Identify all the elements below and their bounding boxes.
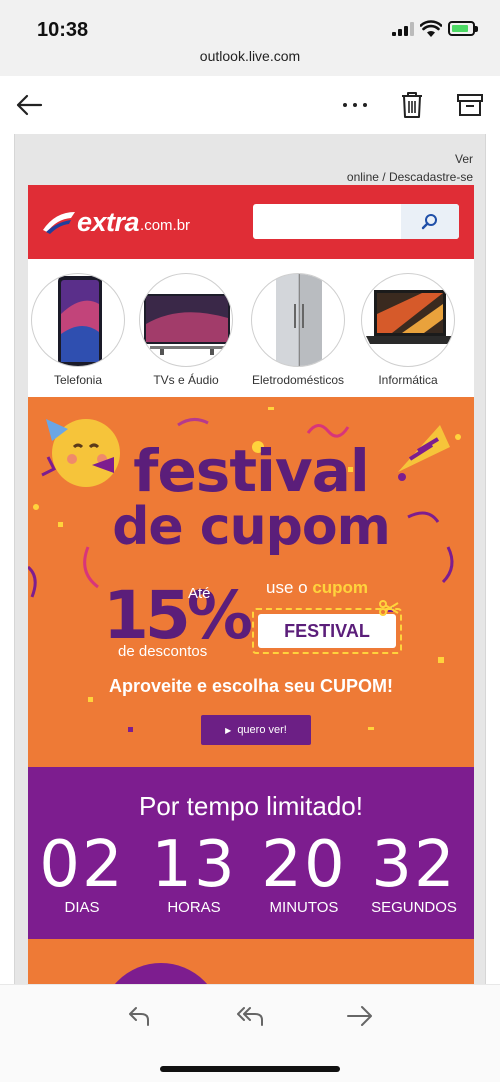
wifi-icon — [420, 20, 442, 37]
promo-title-line1: festival — [133, 437, 370, 505]
more-dots-icon — [343, 103, 367, 107]
category-label: Eletrodomésticos — [251, 373, 345, 387]
timer-value: 13 — [151, 828, 237, 902]
logo-domain: .com.br — [140, 216, 191, 234]
more-button[interactable] — [338, 88, 372, 122]
archive-icon — [457, 94, 483, 116]
promo-title-line2: de cupom — [112, 497, 391, 557]
category-tvs-audio[interactable]: TVs e Áudio — [136, 273, 236, 387]
category-eletrodomesticos[interactable]: Eletrodomésticos — [248, 273, 348, 387]
coupon-code: FESTIVAL — [258, 614, 396, 648]
arrow-left-icon — [16, 94, 43, 116]
forward-icon — [347, 1006, 372, 1026]
search-icon — [421, 213, 437, 229]
mail-toolbar — [0, 76, 500, 134]
status-time: 10:38 — [37, 19, 89, 41]
email-header-links: Ver online / Descadastre-se — [347, 150, 473, 186]
category-informatica[interactable]: Informática — [358, 273, 458, 387]
category-label: TVs e Áudio — [153, 373, 219, 387]
url-label[interactable]: outlook.live.com — [0, 48, 500, 64]
tv-image — [139, 273, 233, 367]
timer-label: SEGUNDOS — [371, 899, 457, 916]
logo-word: extra — [77, 206, 140, 237]
discount-label: de descontos — [118, 643, 208, 660]
reply-button[interactable] — [122, 999, 156, 1033]
phone-image — [31, 273, 125, 367]
store-search-input[interactable] — [253, 204, 459, 239]
descadastre-link[interactable]: online / Descadastre-se — [347, 170, 473, 184]
extra-logo[interactable]: extra .com.br — [41, 207, 190, 237]
fridge-image — [251, 273, 345, 367]
next-banner[interactable] — [28, 939, 474, 984]
use-cupom: cupom — [312, 578, 369, 597]
timer-minutes: 20 MINUTOS — [254, 829, 354, 916]
archive-button[interactable] — [453, 88, 487, 122]
laptop-image — [361, 273, 455, 367]
reply-icon — [129, 1007, 149, 1026]
category-label: Informática — [378, 373, 438, 387]
category-label: Telefonia — [53, 373, 103, 387]
ver-online-link[interactable]: Ver — [455, 152, 473, 166]
home-indicator[interactable] — [160, 1066, 340, 1072]
bottom-action-bar — [0, 984, 500, 1082]
use-prefix: use o — [266, 578, 308, 597]
timer-title: Por tempo limitado! — [139, 791, 363, 821]
quero-ver-button[interactable]: ▶ quero ver! — [201, 715, 311, 745]
status-bar: 10:38 outlook.live.com — [0, 0, 500, 76]
play-icon: ▶ — [225, 725, 232, 735]
ate-label: Até — [188, 585, 211, 602]
cellular-signal-icon — [392, 22, 414, 36]
store-search-button[interactable] — [401, 204, 459, 239]
promo-banner[interactable]: festival de cupom 15% Até de descontos u… — [28, 397, 474, 767]
scissors-icon — [379, 600, 399, 616]
trash-icon — [402, 92, 422, 118]
reply-all-button[interactable] — [233, 999, 267, 1033]
back-button[interactable] — [12, 88, 46, 122]
timer-value: 02 — [39, 828, 125, 902]
forward-button[interactable] — [343, 999, 377, 1033]
timer-value: 32 — [371, 828, 457, 902]
store-header: extra .com.br — [28, 185, 474, 259]
battery-icon — [448, 21, 478, 36]
timer-value: 20 — [261, 828, 347, 902]
use-coupon-label: use o cupom — [266, 578, 368, 598]
quero-ver-label: quero ver! — [237, 724, 287, 736]
category-telefonia[interactable]: Telefonia — [28, 273, 128, 387]
email-body: Ver online / Descadastre-se extra .com.b… — [14, 134, 486, 984]
category-row: Telefonia TVs e Áudio Eletrodomésticos I… — [28, 259, 474, 397]
reply-all-icon — [237, 1007, 263, 1026]
flag-icon — [43, 212, 75, 234]
timer-hours: 13 HORAS — [144, 829, 244, 916]
timer-seconds: 32 SEGUNDOS — [364, 829, 464, 916]
aproveite-text: Aproveite e escolha seu CUPOM! — [108, 676, 394, 696]
timer-days: 02 DIAS — [32, 829, 132, 916]
delete-button[interactable] — [395, 88, 429, 122]
banner-circle — [100, 963, 222, 984]
countdown-timer: Por tempo limitado! 02 DIAS 13 HORAS 20 … — [28, 767, 474, 939]
